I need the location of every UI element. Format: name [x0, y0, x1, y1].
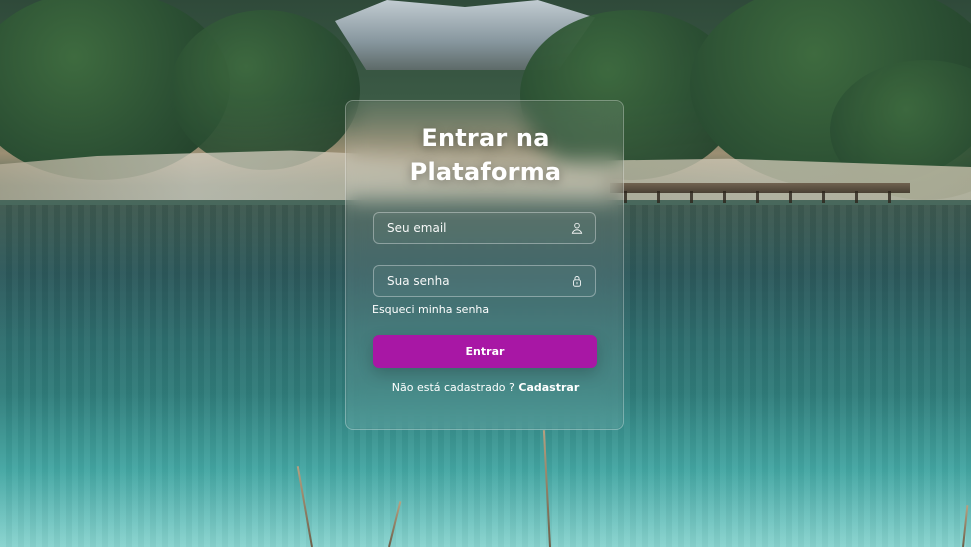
- signup-prompt: Não está cadastrado ? Cadastrar: [346, 381, 625, 394]
- forgot-password-link[interactable]: Esqueci minha senha: [372, 303, 489, 316]
- password-input[interactable]: [387, 266, 569, 296]
- tree-cluster: [170, 10, 360, 170]
- email-field[interactable]: [373, 212, 596, 244]
- dock-post: [822, 191, 825, 203]
- title-line-1: Entrar na: [421, 124, 550, 152]
- dock-post: [723, 191, 726, 203]
- login-card: Entrar na Plataforma Esqueci minha senha…: [345, 100, 624, 430]
- user-icon: [569, 220, 585, 236]
- signup-link[interactable]: Cadastrar: [518, 381, 579, 394]
- wooden-dock: [610, 183, 910, 193]
- password-field[interactable]: [373, 265, 596, 297]
- page-title: Entrar na Plataforma: [346, 121, 625, 189]
- lock-icon: [569, 273, 585, 289]
- dock-post: [690, 191, 693, 203]
- title-line-2: Plataforma: [409, 158, 562, 186]
- login-button[interactable]: Entrar: [373, 335, 597, 368]
- dock-post: [624, 191, 627, 203]
- dock-post: [888, 191, 891, 203]
- dock-post: [789, 191, 792, 203]
- email-input[interactable]: [387, 213, 569, 243]
- dock-post: [855, 191, 858, 203]
- dock-post: [657, 191, 660, 203]
- dock-post: [756, 191, 759, 203]
- signup-prompt-text: Não está cadastrado ?: [391, 381, 515, 394]
